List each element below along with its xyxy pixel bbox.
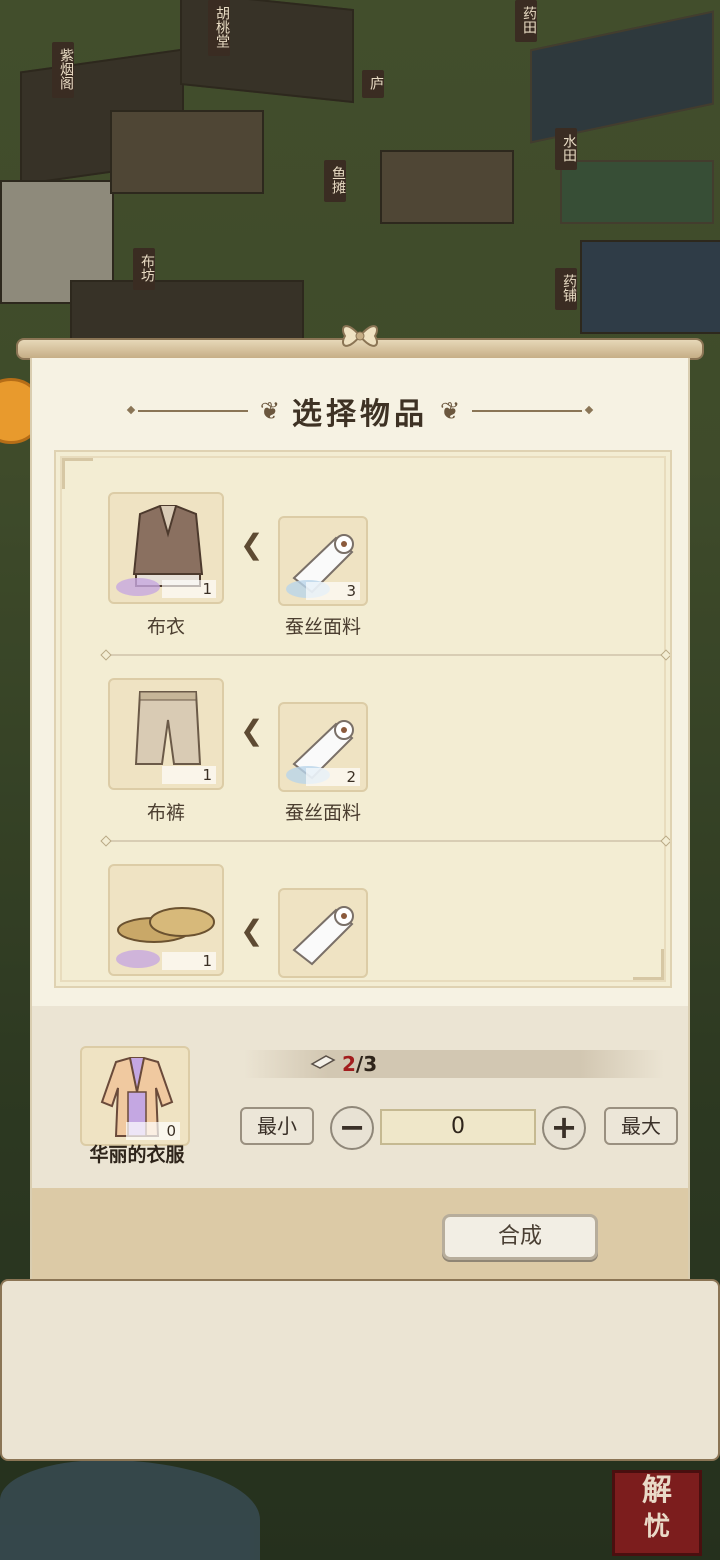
min-quantity-button[interactable]: 最小 <box>240 1107 314 1145</box>
product-slot[interactable]: 1 <box>108 678 224 790</box>
recipe-row[interactable]: 1 ❮ 3 布衣 蚕丝面料 <box>56 492 670 642</box>
recipe-row[interactable]: 1 ❮ <box>56 864 670 986</box>
material-slot[interactable]: 3 <box>278 516 368 606</box>
shop-sign[interactable]: 药铺 <box>555 268 577 310</box>
target-item-slot[interactable]: 0 <box>80 1046 190 1146</box>
material-slot[interactable] <box>278 888 368 978</box>
material-requirement-bar <box>244 1050 664 1078</box>
product-slot[interactable]: 1 <box>108 864 224 976</box>
arrow-left-icon: ❮ <box>240 528 264 561</box>
shop-sign[interactable]: 庐 <box>362 70 384 98</box>
craft-panel: 0 华丽的衣服 2/3 最小 − 0 + 最大 <box>32 1006 688 1188</box>
dialog-header: ❦ 选择物品 ❦ <box>32 386 688 436</box>
product-name: 布衣 <box>146 616 185 638</box>
item-count: 0 <box>126 1122 180 1140</box>
shop-sign[interactable]: 鱼摊 <box>324 160 346 202</box>
product-slot[interactable]: 1 <box>108 492 224 604</box>
jieyou-seal-logo[interactable]: 解 忧 <box>612 1470 702 1556</box>
seal-char: 解 <box>642 1473 672 1508</box>
material-name: 蚕丝面料 <box>284 616 361 638</box>
product-name: 布裤 <box>146 802 185 824</box>
material-have: 2 <box>342 1052 356 1076</box>
increase-quantity-button[interactable]: + <box>542 1106 586 1150</box>
material-slot[interactable]: 2 <box>278 702 368 792</box>
material-need: /3 <box>355 1052 378 1076</box>
dialog-title: 选择物品 <box>292 397 428 432</box>
title-divider <box>472 410 583 412</box>
quantity-field[interactable]: 0 <box>380 1109 536 1145</box>
combine-button[interactable]: 合成 <box>442 1214 598 1260</box>
row-divider <box>108 654 664 656</box>
silk-roll-icon <box>292 906 354 966</box>
corner-ornament <box>62 458 93 489</box>
recipe-row[interactable]: 1 ❮ 2 布裤 蚕丝面料 <box>56 678 670 828</box>
shop-sign[interactable]: 水田 <box>555 128 577 170</box>
arrow-left-icon: ❮ <box>240 914 264 947</box>
material-progress: 2/3 <box>342 1052 377 1076</box>
decrease-quantity-button[interactable]: − <box>330 1106 374 1150</box>
shop-sign[interactable]: 紫烟阁 <box>52 42 74 98</box>
max-quantity-button[interactable]: 最大 <box>604 1107 678 1145</box>
shop-sign[interactable]: 药田 <box>515 0 537 42</box>
item-count: 3 <box>306 582 360 600</box>
seal-char: 忧 <box>643 1512 670 1542</box>
scroll-rod-bottom <box>0 1279 720 1461</box>
rarity-glow <box>116 578 160 596</box>
item-count: 1 <box>162 580 216 598</box>
select-item-dialog: ❦ 选择物品 ❦ 1 ❮ 3 布衣 蚕丝面料 1 ❮ 2 布裤 蚕丝面料 1 ❮… <box>30 358 690 1280</box>
dialog-footer: 合成 <box>32 1188 688 1280</box>
cloud-ornament-icon: ❦ <box>259 397 280 425</box>
rarity-glow <box>116 950 160 968</box>
cloud-ornament-icon: ❦ <box>440 397 461 425</box>
material-name: 蚕丝面料 <box>284 802 361 824</box>
arrow-left-icon: ❮ <box>240 714 264 747</box>
target-item-name: 华丽的衣服 <box>89 1144 185 1166</box>
title-divider <box>137 410 248 412</box>
item-count: 2 <box>306 768 360 786</box>
shop-sign[interactable]: 布坊 <box>133 248 155 290</box>
row-divider <box>108 840 664 842</box>
ribbon-knot-icon <box>341 325 379 347</box>
recipe-list[interactable]: 1 ❮ 3 布衣 蚕丝面料 1 ❮ 2 布裤 蚕丝面料 1 ❮ <box>54 450 672 988</box>
item-count: 1 <box>162 952 216 970</box>
shop-sign[interactable]: 胡桃堂 <box>208 0 230 56</box>
item-count: 1 <box>162 766 216 784</box>
silk-fabric-icon <box>310 1055 336 1069</box>
